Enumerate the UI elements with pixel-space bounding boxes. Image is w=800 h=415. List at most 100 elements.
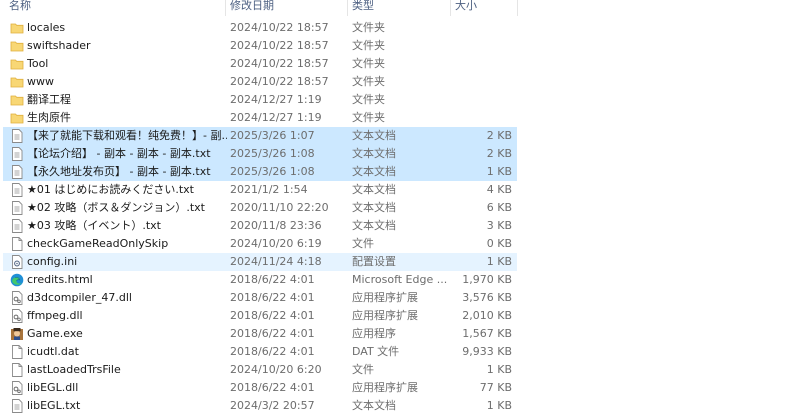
text-file-icon xyxy=(10,147,24,161)
file-date: 2025/3/26 1:08 xyxy=(230,147,315,160)
file-row[interactable]: config.ini 2024/11/24 4:18 配置设置 1 KB xyxy=(3,253,517,271)
file-type: 文件夹 xyxy=(352,111,385,124)
file-type: 文本文档 xyxy=(352,129,396,142)
file-type: 文件夹 xyxy=(352,57,385,70)
file-size: 3,576 KB xyxy=(462,291,512,304)
file-size: 1 KB xyxy=(486,399,512,412)
file-name: Game.exe xyxy=(27,327,83,340)
column-header-name[interactable]: 名称 xyxy=(9,0,31,17)
file-row[interactable]: credits.html 2018/6/22 4:01 Microsoft Ed… xyxy=(3,271,517,289)
file-row[interactable]: ffmpeg.dll 2018/6/22 4:01 应用程序扩展 2,010 K… xyxy=(3,307,517,325)
file-row[interactable]: lastLoadedTrsFile 2024/10/20 6:20 文件 1 K… xyxy=(3,361,517,379)
file-name: ★02 攻略（ボス＆ダンジョン）.txt xyxy=(27,201,205,214)
folder-icon xyxy=(10,93,24,107)
file-date: 2024/3/2 20:57 xyxy=(230,399,315,412)
column-header-size[interactable]: 大小 xyxy=(455,0,477,17)
file-name: www xyxy=(27,75,54,88)
dll-file-icon xyxy=(10,291,24,305)
file-row[interactable]: checkGameReadOnlySkip 2024/10/20 6:19 文件… xyxy=(3,235,517,253)
file-name: 【永久地址发布页】 - 副本 - 副本.txt xyxy=(27,165,211,178)
file-row[interactable]: Game.exe 2018/6/22 4:01 应用程序 1,567 KB xyxy=(3,325,517,343)
folder-icon xyxy=(10,111,24,125)
file-date: 2020/11/8 23:36 xyxy=(230,219,322,232)
file-type: Microsoft Edge ... xyxy=(352,273,448,286)
file-date: 2024/10/22 18:57 xyxy=(230,21,329,34)
text-file-icon xyxy=(10,165,24,179)
file-name: 【论坛介绍】 - 副本 - 副本 - 副本.txt xyxy=(27,147,211,160)
file-row[interactable]: d3dcompiler_47.dll 2018/6/22 4:01 应用程序扩展… xyxy=(3,289,517,307)
file-row[interactable]: ★03 攻略（イベント）.txt 2020/11/8 23:36 文本文档 3 … xyxy=(3,217,517,235)
file-name: d3dcompiler_47.dll xyxy=(27,291,132,304)
column-divider[interactable] xyxy=(225,0,226,16)
file-type: 文本文档 xyxy=(352,183,396,196)
file-row[interactable]: www 2024/10/22 18:57 文件夹 xyxy=(3,73,517,91)
file-size: 4 KB xyxy=(486,183,512,196)
file-row[interactable]: libEGL.dll 2018/6/22 4:01 应用程序扩展 77 KB xyxy=(3,379,517,397)
file-row[interactable]: libEGL.txt 2024/3/2 20:57 文本文档 1 KB xyxy=(3,397,517,415)
file-type: 文本文档 xyxy=(352,201,396,214)
file-name: locales xyxy=(27,21,66,34)
blank-file-icon xyxy=(10,237,24,251)
file-type: 应用程序扩展 xyxy=(352,309,418,322)
folder-icon xyxy=(10,57,24,71)
file-name: libEGL.txt xyxy=(27,399,81,412)
file-type: 文件夹 xyxy=(352,21,385,34)
file-type: 文本文档 xyxy=(352,219,396,232)
column-divider[interactable] xyxy=(347,0,348,16)
file-row[interactable]: 生肉原件 2024/12/27 1:19 文件夹 xyxy=(3,109,517,127)
file-size: 2 KB xyxy=(486,147,512,160)
blank-file-icon xyxy=(10,363,24,377)
file-name: libEGL.dll xyxy=(27,381,79,394)
file-name: ★03 攻略（イベント）.txt xyxy=(27,219,161,232)
file-size: 6 KB xyxy=(486,201,512,214)
file-row[interactable]: swiftshader 2024/10/22 18:57 文件夹 xyxy=(3,37,517,55)
file-row[interactable]: 【来了就能下载和观看！纯免费！】- 副... 2025/3/26 1:07 文本… xyxy=(3,127,517,145)
file-size: 9,933 KB xyxy=(462,345,512,358)
file-type: 文件 xyxy=(352,237,374,250)
column-header-date[interactable]: 修改日期 xyxy=(230,0,274,17)
file-type: 文件 xyxy=(352,363,374,376)
dll-file-icon xyxy=(10,309,24,323)
column-divider[interactable] xyxy=(450,0,451,16)
file-name: config.ini xyxy=(27,255,78,268)
text-file-icon xyxy=(10,219,24,233)
file-size: 1 KB xyxy=(486,363,512,376)
text-file-icon xyxy=(10,129,24,143)
file-row[interactable]: 【永久地址发布页】 - 副本 - 副本.txt 2025/3/26 1:08 文… xyxy=(3,163,517,181)
file-row[interactable]: 翻译工程 2024/12/27 1:19 文件夹 xyxy=(3,91,517,109)
file-type: 应用程序 xyxy=(352,327,396,340)
edge-icon xyxy=(10,273,24,287)
file-size: 1,970 KB xyxy=(462,273,512,286)
file-type: 配置设置 xyxy=(352,255,396,268)
file-date: 2018/6/22 4:01 xyxy=(230,345,315,358)
file-date: 2025/3/26 1:08 xyxy=(230,165,315,178)
file-date: 2024/12/27 1:19 xyxy=(230,111,322,124)
file-row[interactable]: ★02 攻略（ボス＆ダンジョン）.txt 2020/11/10 22:20 文本… xyxy=(3,199,517,217)
file-date: 2020/11/10 22:20 xyxy=(230,201,329,214)
file-type: 文本文档 xyxy=(352,399,396,412)
file-name: 【来了就能下载和观看！纯免费！】- 副... xyxy=(27,129,227,142)
file-date: 2018/6/22 4:01 xyxy=(230,309,315,322)
folder-icon xyxy=(10,39,24,53)
file-row[interactable]: ★01 はじめにお読みください.txt 2021/1/2 1:54 文本文档 4… xyxy=(3,181,517,199)
column-header-row: 名称 修改日期 类型 大小 xyxy=(0,0,800,17)
file-name: checkGameReadOnlySkip xyxy=(27,237,169,250)
file-date: 2018/6/22 4:01 xyxy=(230,381,315,394)
file-name: ffmpeg.dll xyxy=(27,309,83,322)
file-date: 2018/6/22 4:01 xyxy=(230,273,315,286)
file-row[interactable]: 【论坛介绍】 - 副本 - 副本 - 副本.txt 2025/3/26 1:08… xyxy=(3,145,517,163)
file-date: 2024/10/22 18:57 xyxy=(230,39,329,52)
file-row[interactable]: locales 2024/10/22 18:57 文件夹 xyxy=(3,19,517,37)
file-name: lastLoadedTrsFile xyxy=(27,363,121,376)
file-type: 文件夹 xyxy=(352,93,385,106)
game-exe-icon xyxy=(10,327,24,341)
file-type: DAT 文件 xyxy=(352,345,400,358)
file-row[interactable]: Tool 2024/10/22 18:57 文件夹 xyxy=(3,55,517,73)
column-header-type[interactable]: 类型 xyxy=(352,0,374,17)
file-date: 2024/12/27 1:19 xyxy=(230,93,322,106)
file-row[interactable]: icudtl.dat 2018/6/22 4:01 DAT 文件 9,933 K… xyxy=(3,343,517,361)
file-date: 2018/6/22 4:01 xyxy=(230,291,315,304)
column-divider[interactable] xyxy=(517,0,518,16)
file-type: 文本文档 xyxy=(352,147,396,160)
file-date: 2024/10/22 18:57 xyxy=(230,57,329,70)
